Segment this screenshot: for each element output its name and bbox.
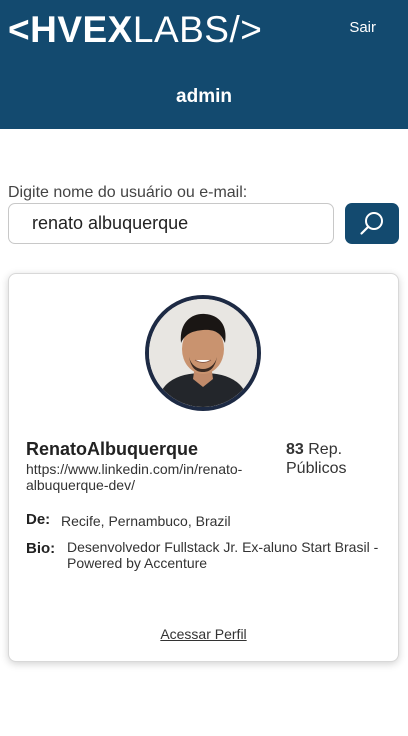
search-label: Digite nome do usuário ou e-mail:: [8, 184, 248, 201]
logged-user-name: admin: [176, 86, 232, 107]
bio-value: Desenvolvedor Fullstack Jr. Ex-aluno Sta…: [67, 539, 379, 571]
profile-card: RenatoAlbuquerque https://www.linkedin.c…: [8, 273, 399, 662]
location-label: De:: [26, 511, 51, 528]
brand-logo: <HVEXLABS/>: [8, 8, 262, 52]
search-button[interactable]: [345, 203, 399, 244]
profile-name: RenatoAlbuquerque: [26, 439, 199, 459]
location-value: Recife, Pernambuco, Brazil: [61, 513, 231, 529]
profile-url: https://www.linkedin.com/in/renato-albuq…: [26, 461, 243, 493]
search-icon: [360, 211, 383, 235]
user-photo-icon: [149, 299, 257, 407]
bio-label: Bio:: [26, 540, 56, 557]
logo-bold-text: <HVEX: [8, 9, 133, 50]
access-profile-link[interactable]: Acessar Perfil: [9, 626, 398, 642]
top-header: <HVEXLABS/> Sair admin: [0, 0, 408, 129]
logo-light-text: LABS/>: [132, 9, 263, 50]
avatar: [145, 295, 261, 411]
public-repos-count: 83: [286, 441, 304, 458]
search-input[interactable]: [8, 203, 334, 244]
logout-link[interactable]: Sair: [349, 19, 376, 36]
public-repos: 83 Rep. Públicos: [286, 440, 386, 478]
